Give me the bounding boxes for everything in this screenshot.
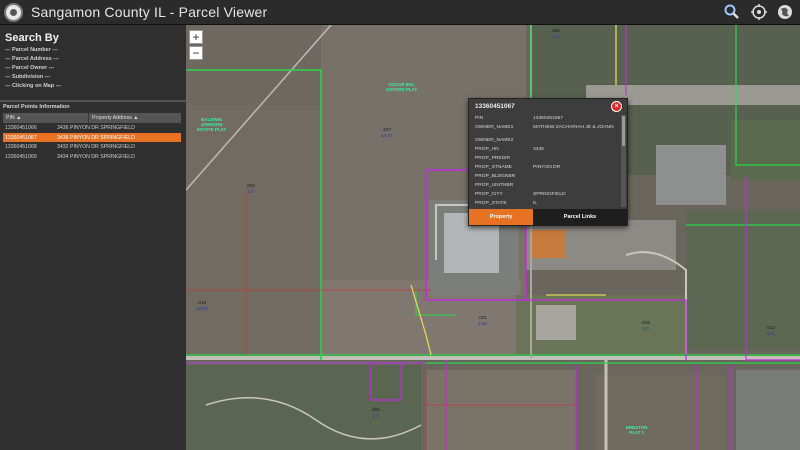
- parcel-id: .001: [478, 315, 487, 320]
- close-icon[interactable]: ×: [611, 101, 622, 112]
- county-seal-logo: [4, 3, 23, 22]
- attribute-value: PINYON DR: [533, 165, 561, 170]
- search-parcel-owner-link[interactable]: --- Parcel Owner ---: [5, 65, 54, 71]
- attribute-key: OWNER_NAME1: [475, 125, 514, 130]
- parcel-label: .047 43.47: [381, 127, 393, 138]
- row-pin: 13360451069: [5, 153, 37, 160]
- app-header: Sangamon County IL - Parcel Viewer: [0, 0, 800, 25]
- attribute-key: PROP_CITY: [475, 192, 503, 197]
- locate-icon[interactable]: [750, 3, 768, 21]
- parcel-id: .018: [197, 300, 207, 305]
- popup-scrollbar[interactable]: [621, 115, 626, 207]
- subdivision-label: ERBSTON PLAT 1: [626, 425, 648, 435]
- popup-attributes: PIN 13360451067 OWNER_NAME1 MATHEW ZACHARI…: [469, 115, 629, 207]
- row-address: 3432 PINYON DR SPRINGFIELD: [57, 144, 135, 151]
- search-parcel-number-link[interactable]: --- Parcel Number ---: [5, 47, 58, 53]
- table-row-selected[interactable]: 13360451067 3436 PINYON DR SPRINGFIELD: [3, 132, 181, 143]
- parcel-label: .002 1.0: [246, 183, 255, 194]
- address-column-header[interactable]: Property Address ▲: [89, 113, 181, 123]
- parcel-points-title: Parcel Points Information: [3, 104, 70, 110]
- attribute-value: MATHEW ZACHARIAH JE & JOANN: [533, 125, 614, 130]
- subdivision-label: OSCAR BAL OXFORD PLAT: [386, 82, 418, 92]
- aerial-imagery: [186, 25, 800, 450]
- parcel-acreage: 1.53: [478, 320, 487, 326]
- parcel-info-popup: 13360451067 × PIN 13360451067 OWNER_NAME1…: [468, 98, 628, 226]
- parcel-label: .012 2.0: [766, 325, 775, 336]
- parcel-label: .001 1.53: [478, 315, 487, 326]
- attribute-key: PROP_STATE: [475, 201, 507, 206]
- attribute-value: SPRINGFIELD: [533, 192, 566, 197]
- search-clicking-map-link[interactable]: --- Clicking on Map ---: [5, 83, 61, 89]
- parcel-id: .012: [766, 325, 775, 330]
- attribute-key: PIN: [475, 116, 484, 121]
- map-view[interactable]: + − BALDWIN JOHNSON ESTATE PLAT OSCAR BA…: [186, 25, 800, 450]
- attribute-value: IL: [533, 201, 538, 206]
- parcel-id: .002: [246, 183, 255, 188]
- table-row[interactable]: 13360451066 3436 PINYON DR SPRINGFIELD: [3, 123, 181, 133]
- sidebar-divider: [0, 100, 186, 102]
- parcel-id: .052: [551, 28, 560, 33]
- parcel-acreage: 1.0: [642, 325, 649, 331]
- parcel-acreage: 19.83: [196, 305, 208, 311]
- row-pin: 13360451066: [5, 125, 37, 131]
- row-pin: 13360451068: [5, 144, 37, 151]
- pin-column-header[interactable]: PIN ▲: [3, 113, 89, 123]
- row-pin: 13360451067: [5, 134, 37, 141]
- parcel-id: .047: [382, 127, 392, 132]
- table-header: PIN ▲ Property Address ▲: [3, 113, 181, 123]
- parcel-label: .052 1.0: [551, 28, 560, 39]
- attribute-key: PROP_UNITNBR: [475, 183, 514, 188]
- attribute-key: OWNER_NAME2: [475, 138, 514, 143]
- search-by-title: Search By: [5, 32, 59, 44]
- zoom-in-button[interactable]: +: [189, 30, 203, 44]
- parcel-label: .018 19.83: [196, 300, 208, 311]
- attribute-value: 3436: [533, 147, 544, 152]
- subdivision-label: BALDWIN JOHNSON ESTATE PLAT: [197, 117, 227, 132]
- parcel-acreage: 1.0: [552, 33, 559, 39]
- basemap-icon[interactable]: [776, 3, 794, 21]
- tab-parcel-links[interactable]: Parcel Links: [533, 209, 627, 225]
- parcel-label: .002 2.3: [371, 407, 380, 418]
- search-icon[interactable]: [723, 3, 741, 21]
- attribute-value: 13360451067: [533, 116, 563, 121]
- parcel-acreage: 1.0: [247, 188, 254, 194]
- search-subdivision-link[interactable]: --- Subdivision ---: [5, 74, 50, 80]
- attribute-key: PROP_HN: [475, 147, 499, 152]
- popup-title: 13360451067: [475, 103, 515, 110]
- row-address: 3434 PINYON DR SPRINGFIELD: [57, 153, 135, 160]
- parcel-points-table: PIN ▲ Property Address ▲ 13360451066 343…: [3, 113, 181, 161]
- parcel-label: .028 1.0: [641, 320, 650, 331]
- attribute-key: PROP_BLDGNBR: [475, 174, 516, 179]
- tab-property[interactable]: Property: [469, 209, 533, 225]
- parcel-id: .028: [641, 320, 650, 325]
- row-address: 3436 PINYON DR SPRINGFIELD: [57, 125, 135, 131]
- app-title: Sangamon County IL - Parcel Viewer: [31, 4, 268, 20]
- parcel-id: .002: [371, 407, 380, 412]
- table-row[interactable]: 13360451068 3432 PINYON DR SPRINGFIELD: [3, 142, 181, 152]
- attribute-key: PROP_PREDIR: [475, 156, 511, 161]
- search-parcel-address-link[interactable]: --- Parcel Address ---: [5, 56, 59, 62]
- table-row[interactable]: 13360451069 3434 PINYON DR SPRINGFIELD: [3, 152, 181, 162]
- row-address: 3436 PINYON DR SPRINGFIELD: [57, 134, 135, 141]
- parcel-acreage: 2.3: [372, 412, 379, 418]
- sidebar: Search By --- Parcel Number --- --- Parc…: [0, 25, 186, 450]
- attribute-key: PROP_STNAME: [475, 165, 512, 170]
- zoom-out-button[interactable]: −: [189, 46, 203, 60]
- parcel-acreage: 43.47: [381, 132, 393, 138]
- popup-tabs: Property Parcel Links: [469, 209, 627, 225]
- parcel-acreage: 2.0: [767, 330, 774, 336]
